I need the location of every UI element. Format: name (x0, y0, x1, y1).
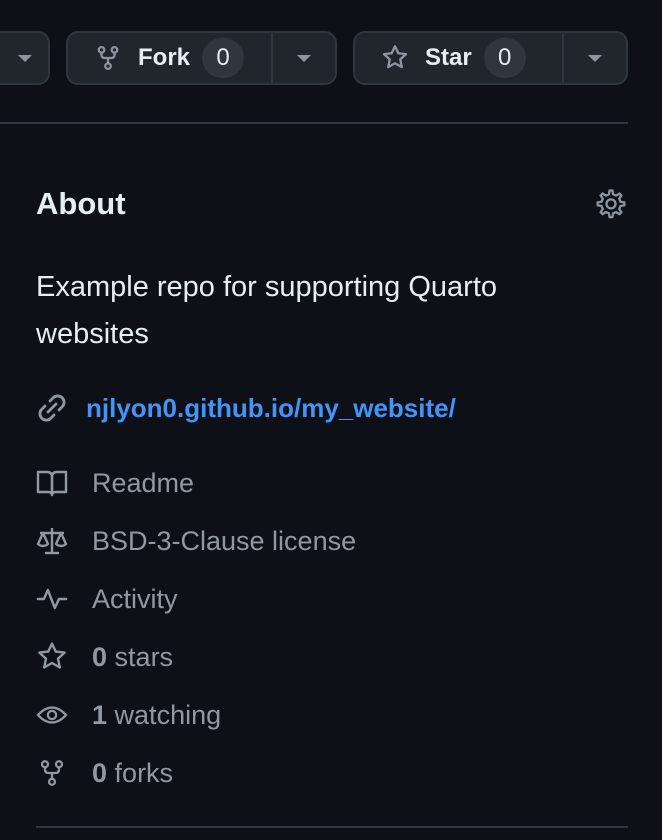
readme-label: Readme (92, 467, 195, 498)
activity-link[interactable]: Activity (36, 582, 178, 616)
stars-text: stars (114, 641, 174, 672)
gear-icon[interactable] (594, 187, 628, 221)
pulse-icon (36, 583, 68, 615)
stars-label: 0 stars (92, 642, 173, 673)
star-icon (36, 641, 68, 673)
forks-label: 0 forks (92, 758, 173, 789)
watch-dropdown-button[interactable] (0, 33, 48, 83)
fork-label: Fork (138, 44, 191, 71)
watching-text: watching (114, 699, 222, 730)
star-icon (381, 44, 409, 72)
law-icon (36, 525, 68, 557)
fork-button-group[interactable]: Fork 0 (66, 31, 337, 85)
watching-label: 1 watching (92, 700, 221, 731)
readme-link[interactable]: Readme (36, 466, 194, 500)
watch-button-group[interactable] (0, 31, 50, 85)
about-heading: About (36, 186, 126, 221)
star-button-group[interactable]: Star 0 (353, 31, 628, 85)
license-link[interactable]: BSD-3-Clause license (36, 524, 356, 558)
fork-dropdown-button[interactable] (270, 33, 335, 83)
about-divider (36, 826, 628, 828)
repo-sidebar: Fork 0 Star 0 About Example repo for sup… (0, 0, 662, 840)
fork-count-badge: 0 (202, 38, 245, 78)
star-label: Star (425, 44, 472, 71)
star-count-badge: 0 (483, 38, 526, 78)
stars-count: 0 (92, 641, 108, 672)
fork-icon (36, 757, 68, 789)
forks-count: 0 (92, 757, 108, 788)
fork-button[interactable]: Fork 0 (68, 33, 271, 83)
link-icon (36, 392, 68, 424)
fork-icon (94, 44, 122, 72)
watching-count: 1 (92, 699, 108, 730)
website-link-row[interactable]: njlyon0.github.io/my_website/ (36, 392, 456, 424)
star-button[interactable]: Star 0 (355, 33, 562, 83)
book-icon (36, 467, 68, 499)
chevron-down-icon (587, 54, 602, 62)
license-label: BSD-3-Clause license (92, 525, 357, 556)
eye-icon (36, 699, 68, 731)
watchers-link[interactable]: 1 watching (36, 698, 221, 732)
star-dropdown-button[interactable] (561, 33, 626, 83)
activity-label: Activity (92, 583, 178, 614)
header-divider (0, 122, 628, 124)
stars-link[interactable]: 0 stars (36, 640, 173, 674)
website-link[interactable]: njlyon0.github.io/my_website/ (86, 393, 456, 424)
forks-link[interactable]: 0 forks (36, 756, 173, 790)
chevron-down-icon (296, 54, 311, 62)
chevron-down-icon (18, 54, 32, 62)
repo-description: Example repo for supporting Quarto websi… (36, 271, 498, 350)
forks-text: forks (114, 757, 174, 788)
